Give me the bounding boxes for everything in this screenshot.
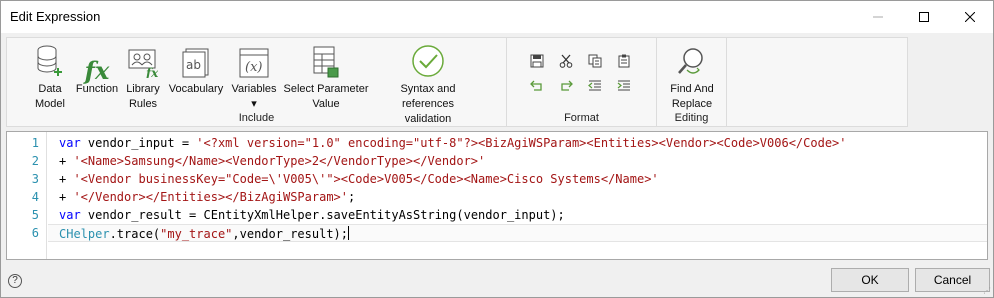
dialog-footer: ? OK Cancel ⋰ [1,263,993,297]
code-line[interactable]: CHelper.trace("my_trace",vendor_result); [48,224,987,242]
code-token: '<Name>Samsung</Name><VendorType>2</Vend… [73,154,486,168]
ribbon-toolbar: Data Model fx Function fx Library Rules … [6,37,908,127]
copy-icon [588,54,602,68]
undo-icon [530,80,542,91]
code-token: + [59,190,74,204]
indent-icon [617,80,630,91]
paste-button[interactable] [614,52,634,70]
editing-group: Find And Replace Editing [657,38,727,126]
editing-group-label: Editing [674,112,709,124]
indent-button[interactable] [614,77,634,95]
svg-text:ab: ab [186,58,201,72]
line-number-gutter: 1 2 3 4 5 6 [7,132,47,259]
code-token: ; [348,190,356,204]
variables-button[interactable]: (x) Variables ▾ [229,42,279,112]
save-icon [530,54,544,68]
outdent-icon [588,80,601,91]
find-replace-label: Find And Replace [670,83,714,110]
code-token: '<?xml version="1.0" encoding="utf-8"?><… [196,136,847,150]
text-caret [348,226,349,240]
code-token: '</Vendor></Entities></BizAgiWSParam>' [73,190,348,204]
select-parameter-value-button[interactable]: Select Parameter Value [281,42,371,112]
find-replace-button[interactable]: Find And Replace [659,42,725,112]
window-title: Edit Expression [10,9,101,24]
data-model-label: Data Model [35,83,65,110]
format-group: Format [507,38,657,126]
code-token: vendor_input = [80,136,197,150]
undo-button[interactable] [527,77,547,95]
line-number: 6 [31,226,39,240]
line-number: 3 [31,172,39,186]
include-group: Data Model fx Function fx Library Rules … [7,38,507,126]
close-icon [965,12,975,22]
save-button[interactable] [527,52,547,70]
paste-icon [618,54,630,68]
maximize-button[interactable] [901,1,947,33]
copy-button[interactable] [585,52,605,70]
help-icon[interactable]: ? [8,274,22,288]
cut-icon [559,54,573,68]
find-replace-icon [678,48,703,74]
vocabulary-ab-icon: ab [182,48,209,78]
variables-label: Variables ▾ [231,83,277,110]
maximize-icon [919,12,929,22]
database-add-icon [37,45,62,76]
line-number: 2 [31,154,39,168]
line-number: 5 [31,208,39,222]
resize-grip-icon[interactable]: ⋰ [983,286,991,295]
library-rules-icon: fx [128,49,158,78]
code-token: ,vendor_result); [232,227,348,241]
redo-button[interactable] [556,77,576,95]
code-token: "my_trace" [160,227,233,241]
code-line[interactable]: var vendor_input = '<?xml version="1.0" … [59,134,847,152]
code-line[interactable]: var vendor_result = CEntityXmlHelper.sav… [59,206,565,224]
function-label: Function [75,83,119,95]
code-line[interactable]: + '<Name>Samsung</Name><VendorType>2</Ve… [59,152,485,170]
minimize-icon [873,16,883,18]
variables-x-icon: (x) [239,48,269,78]
minimize-button[interactable] [855,1,901,33]
close-button[interactable] [947,1,993,33]
line-number: 4 [31,190,39,204]
code-editor[interactable]: 1 2 3 4 5 6 var vendor_input = '<?xml version… [6,131,988,260]
table-parameter-icon [313,46,339,78]
code-line[interactable]: + '</Vendor></Entities></BizAgiWSParam>'… [59,188,355,206]
ok-button[interactable]: OK [831,268,909,292]
select-parameter-value-label: Select Parameter Value [283,83,369,110]
cancel-button[interactable]: Cancel [915,268,990,292]
cut-button[interactable] [556,52,576,70]
library-rules-button[interactable]: fx Library Rules [123,42,163,112]
include-group-label: Include [238,112,275,124]
code-token: CHelper [59,227,110,241]
redo-icon [561,80,573,91]
function-fx-icon: fx [84,56,110,85]
svg-text:(x): (x) [245,60,262,75]
edit-expression-dialog: Edit Expression Data Model fx Function f… [0,0,994,298]
code-token: var [59,208,81,222]
check-validation-icon [412,45,444,77]
code-token: + [59,172,74,186]
code-token: .trace( [109,227,161,241]
code-token: var [59,136,81,150]
line-number: 1 [31,136,39,150]
outdent-button[interactable] [585,77,605,95]
library-rules-label: Library Rules [126,83,160,110]
function-button[interactable]: fx Function [75,42,119,97]
code-token: '<Vendor businessKey="Code=\'V005\'"><Co… [73,172,659,186]
svg-text:fx: fx [145,66,158,78]
vocabulary-label: Vocabulary [168,83,224,95]
data-model-button[interactable]: Data Model [25,42,75,112]
code-line[interactable]: + '<Vendor businessKey="Code=\'V005\'"><… [59,170,659,188]
vocabulary-button[interactable]: ab Vocabulary [167,42,225,97]
format-group-label: Format [564,112,599,124]
code-token: vendor_result = CEntityXmlHelper.saveEnt… [80,208,565,222]
title-bar: Edit Expression [1,1,993,33]
code-token: + [59,154,74,168]
